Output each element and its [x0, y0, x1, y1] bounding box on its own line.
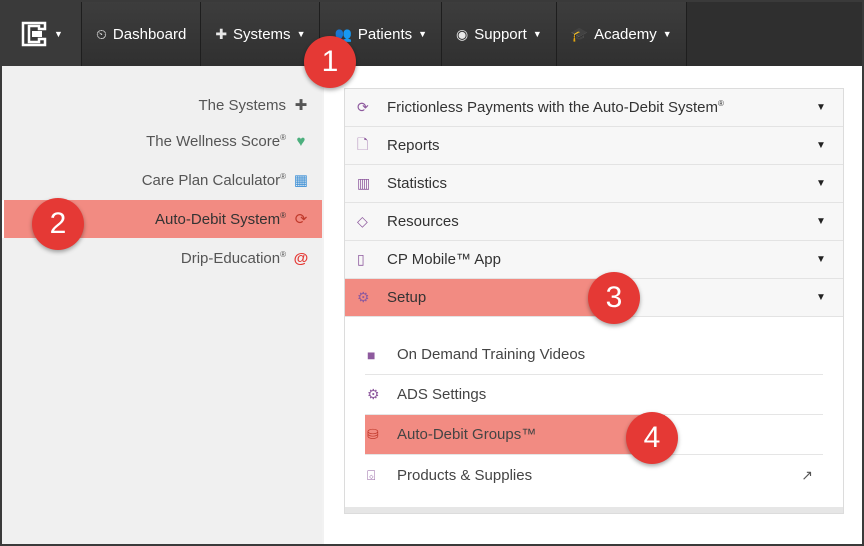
sidebar-item-care-plan-calculator[interactable]: Care Plan Calculator® ▦ [2, 161, 322, 199]
caret-down-icon: ▼ [816, 216, 826, 227]
submenu-item-label: Auto-Debit Groups™ [397, 426, 537, 443]
accordion-row-label: Resources [387, 213, 459, 230]
caret-down-icon: ▼ [816, 254, 826, 265]
sidebar-item-label: Auto-Debit System [155, 210, 281, 228]
submenu-item-label: ADS Settings [397, 386, 487, 403]
accordion-row-statistics[interactable]: ▥ Statistics ▼ [345, 165, 843, 203]
bar-chart-icon: ▥ [357, 175, 371, 191]
step-callout-1: 1 [304, 36, 356, 88]
caret-down-icon: ▼ [816, 102, 826, 113]
accordion-row-frictionless-payments[interactable]: ⟳ Frictionless Payments with the Auto-De… [345, 89, 843, 127]
submenu-item-label: Products & Supplies [397, 466, 533, 484]
submenu-item-ads-settings[interactable]: ⚙ ADS Settings [365, 375, 823, 415]
dashboard-icon: ⏲ [96, 25, 107, 42]
accordion-row-label: Frictionless Payments with the Auto-Debi… [387, 99, 718, 116]
diamond-icon: ◇ [357, 213, 368, 229]
external-link-icon[interactable]: ↗ [801, 467, 813, 484]
refresh-icon: ⟳ [294, 211, 308, 228]
chevron-down-icon: ▼ [418, 29, 428, 39]
step-callout-3: 3 [588, 272, 640, 324]
app-logo-icon [21, 21, 47, 47]
chevron-down-icon: ▼ [532, 29, 542, 39]
accordion-row-label: CP Mobile™ App [387, 251, 501, 268]
sidebar-item-wellness-score[interactable]: The Wellness Score® ♥ [2, 122, 322, 160]
mobile-icon: ▯ [357, 251, 365, 267]
accordion-row-label: Statistics [387, 175, 448, 192]
sidebar-item-label: Care Plan Calculator [141, 171, 281, 189]
gear-icon: ⚙ [367, 386, 380, 402]
caret-down-icon: ▼ [816, 140, 826, 151]
submenu-item-on-demand-training-videos[interactable]: ■ On Demand Training Videos [365, 335, 823, 375]
puzzle-icon: ✚ [294, 97, 308, 114]
submenu-item-products-supplies[interactable]: ⌺ Products & Supplies ↗ [365, 455, 823, 495]
nav-dashboard-label: Dashboard [112, 25, 187, 43]
logo-menu-button[interactable]: ▼ [2, 2, 82, 66]
nav-systems[interactable]: ✚ Systems ▼ [201, 2, 321, 66]
chevron-down-icon: ▼ [54, 29, 63, 39]
nav-dashboard[interactable]: ⏲ Dashboard [82, 2, 202, 66]
lifebuoy-icon: ◉ [456, 25, 469, 42]
database-icon: ⛁ [367, 426, 379, 442]
caret-down-icon: ▼ [816, 292, 826, 303]
accordion-row-resources[interactable]: ◇ Resources ▼ [345, 203, 843, 241]
nav-systems-label: Systems [233, 25, 291, 43]
panel-footer [345, 507, 843, 513]
puzzle-icon: ✚ [215, 25, 228, 42]
heartbeat-icon: ♥ [296, 132, 306, 150]
accordion-row-cp-mobile-app[interactable]: ▯ CP Mobile™ App ▼ [345, 241, 843, 279]
setup-submenu: ■ On Demand Training Videos ⚙ ADS Settin… [345, 317, 843, 507]
file-icon: 🗋 [357, 135, 369, 152]
nav-support-label: Support [474, 25, 527, 43]
nav-patients-label: Patients [357, 25, 413, 43]
graduation-cap-icon: 🎓 [570, 25, 589, 42]
step-callout-2: 2 [32, 198, 84, 250]
step-callout-4: 4 [626, 412, 678, 464]
nav-academy[interactable]: 🎓 Academy ▼ [556, 2, 687, 66]
accordion-row-reports[interactable]: 🗋 Reports ▼ [345, 127, 843, 165]
submenu-item-label: On Demand Training Videos [397, 346, 586, 363]
sidebar-item-label: Drip-Education [180, 249, 281, 267]
submenu-item-auto-debit-groups[interactable]: ⛁ Auto-Debit Groups™ [365, 415, 823, 455]
sidebar-active-edge [2, 200, 4, 238]
refresh-icon: ⟳ [357, 99, 369, 115]
chevron-down-icon: ▼ [296, 29, 306, 39]
caret-down-icon: ▼ [816, 178, 826, 189]
calculator-icon: ▦ [293, 172, 309, 189]
sidebar: The Systems ✚ The Wellness Score® ♥ Care… [2, 66, 322, 544]
app-window: ▼ ⏲ Dashboard ✚ Systems ▼ 👥 Patients ▼ ◉… [0, 0, 864, 546]
sidebar-item-label: The Wellness Score [146, 132, 281, 150]
video-camera-icon: ■ [367, 346, 376, 363]
basket-icon: ⌺ [367, 466, 376, 483]
at-icon: @ [293, 249, 309, 267]
accordion-row-label: Reports [387, 137, 440, 154]
cogs-icon: ⚙ [357, 289, 370, 305]
sidebar-item-the-systems[interactable]: The Systems ✚ [2, 86, 322, 124]
top-navbar: ▼ ⏲ Dashboard ✚ Systems ▼ 👥 Patients ▼ ◉… [2, 2, 862, 66]
nav-academy-label: Academy [594, 25, 657, 43]
sidebar-item-label: The Systems [198, 96, 286, 114]
chevron-down-icon: ▼ [662, 29, 672, 39]
nav-support[interactable]: ◉ Support ▼ [442, 2, 557, 66]
